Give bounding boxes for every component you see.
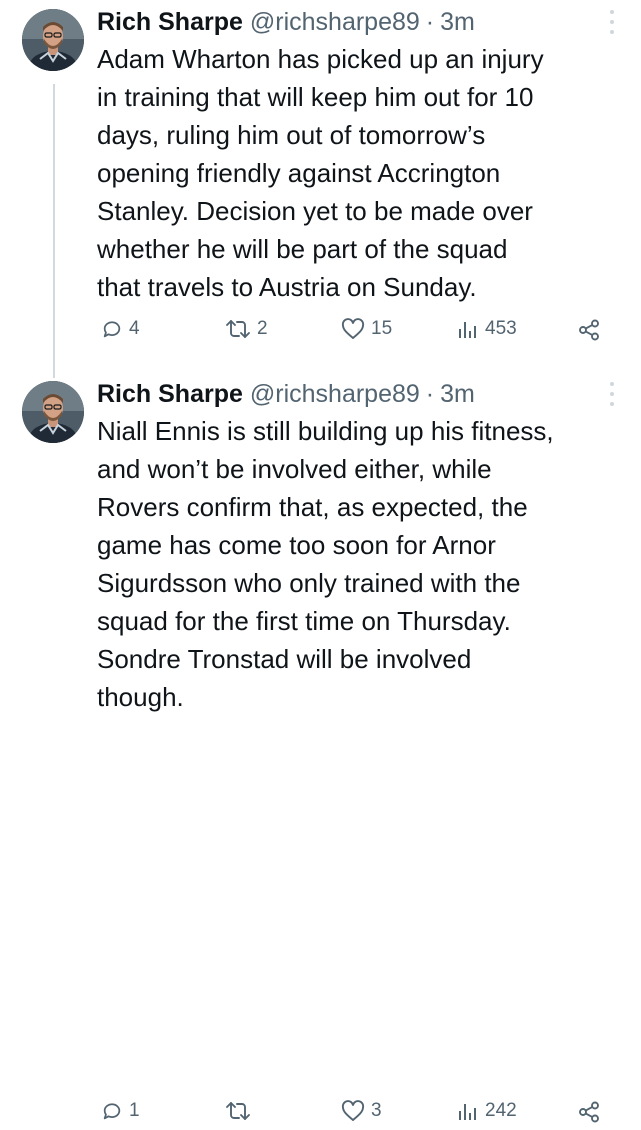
tweet-timestamp[interactable]: 3m <box>440 380 475 409</box>
reply-icon <box>103 1103 121 1120</box>
reply-button[interactable]: 1 <box>101 1100 140 1122</box>
share-button[interactable] <box>577 318 601 342</box>
like-button[interactable]: 3 <box>341 1100 382 1122</box>
like-button[interactable]: 15 <box>341 318 392 340</box>
share-icon <box>579 1101 599 1123</box>
author-handle[interactable]: @richsharpe89 <box>250 8 420 37</box>
like-count: 15 <box>371 318 393 339</box>
repost-button[interactable]: 2 <box>225 318 268 340</box>
header-separator: · <box>425 7 435 36</box>
avatar[interactable] <box>22 9 84 71</box>
tweet-actions: 4 2 15 453 <box>97 318 617 348</box>
reply-button[interactable]: 4 <box>101 318 140 340</box>
share-icon <box>579 319 599 341</box>
reply-count: 4 <box>129 318 140 339</box>
more-icon[interactable] <box>609 10 615 34</box>
share-button[interactable] <box>577 1100 601 1124</box>
tweet-header: Rich Sharpe @richsharpe89 · 3m <box>97 4 475 40</box>
tweet-timestamp[interactable]: 3m <box>440 8 475 37</box>
repost-button[interactable] <box>225 1100 257 1122</box>
author-display-name[interactable]: Rich Sharpe <box>97 8 243 37</box>
like-icon <box>341 1100 365 1121</box>
views-icon <box>459 1104 476 1120</box>
views-button[interactable]: 242 <box>457 1100 517 1122</box>
reply-count: 1 <box>129 1100 140 1121</box>
author-handle[interactable]: @richsharpe89 <box>250 380 420 409</box>
views-button[interactable]: 453 <box>457 318 517 340</box>
repost-icon <box>226 320 250 338</box>
views-count: 453 <box>485 318 517 339</box>
author-display-name[interactable]: Rich Sharpe <box>97 380 243 409</box>
tweet-text: Adam Wharton has picked up an injury in … <box>97 44 544 302</box>
tweet-header: Rich Sharpe @richsharpe89 · 3m <box>97 376 475 412</box>
thread-connector-line <box>53 84 55 378</box>
repost-icon <box>226 1102 250 1120</box>
reply-icon <box>103 321 121 338</box>
like-icon <box>341 318 365 339</box>
more-icon[interactable] <box>609 382 615 406</box>
header-separator: · <box>425 379 435 408</box>
like-count: 3 <box>371 1100 382 1121</box>
tweet-actions: 1 3 242 <box>97 1100 617 1130</box>
repost-count: 2 <box>257 318 268 339</box>
views-count: 242 <box>485 1100 517 1121</box>
tweet-text: Niall Ennis is still building up his fit… <box>97 416 554 712</box>
views-icon <box>459 322 476 338</box>
avatar[interactable] <box>22 381 84 443</box>
